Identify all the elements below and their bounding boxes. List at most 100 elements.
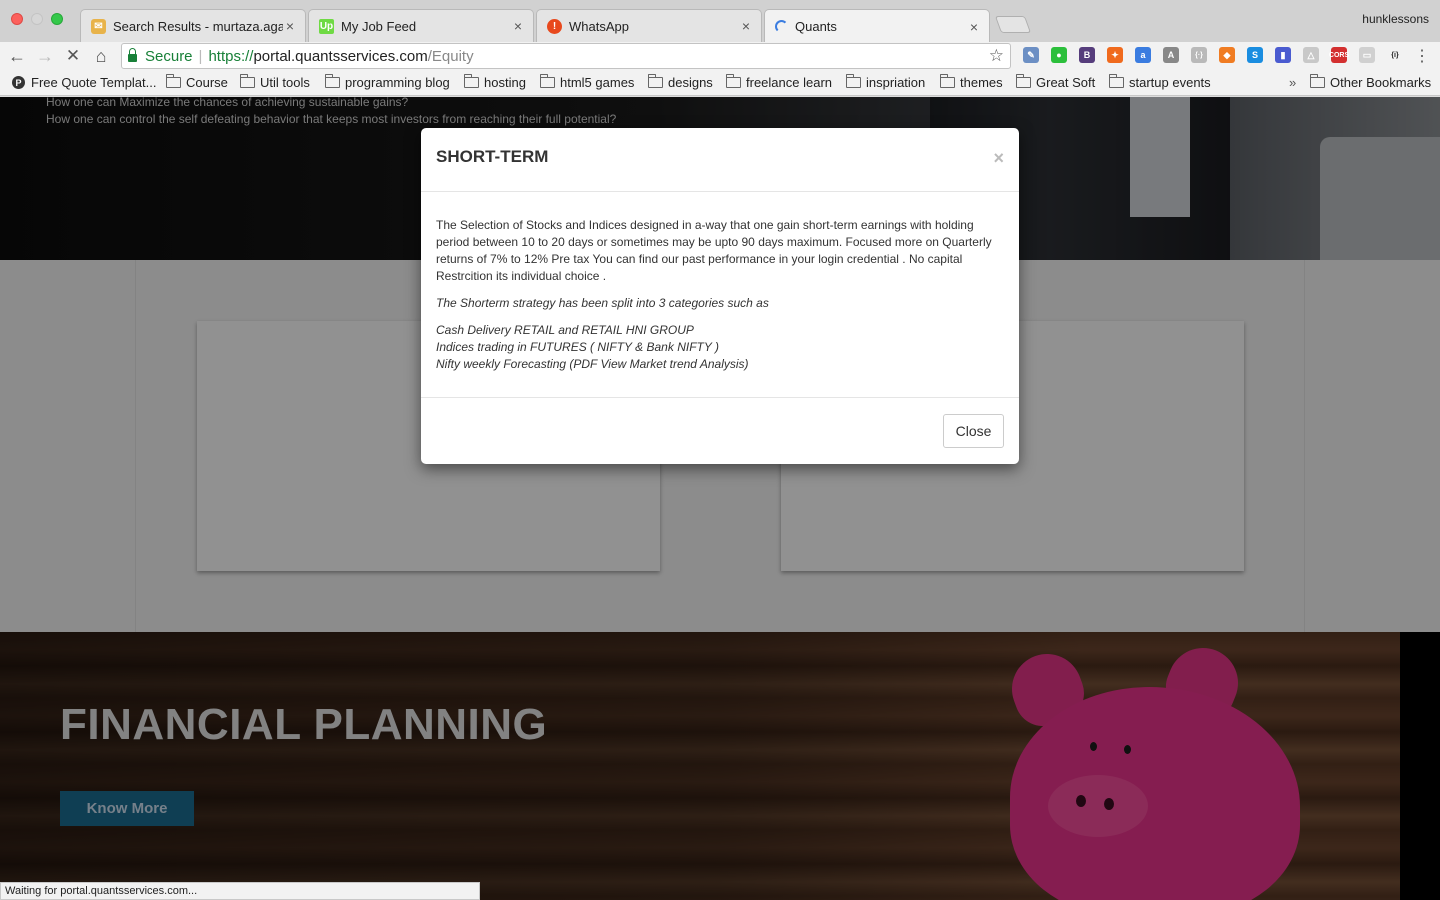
lock-icon — [128, 48, 137, 62]
modal-title: SHORT-TERM — [436, 147, 549, 166]
status-bar: Waiting for portal.quantsservices.com... — [0, 882, 480, 900]
extension-icon-13[interactable]: ▭ — [1359, 47, 1375, 63]
angular-icon[interactable]: A — [1163, 47, 1179, 63]
tab-close-icon[interactable]: × — [283, 18, 297, 34]
bookmark-designs[interactable]: designs — [648, 74, 713, 90]
bookmarks-overflow-button[interactable]: » — [1289, 75, 1296, 90]
new-tab-button[interactable] — [994, 16, 1032, 33]
folder-icon — [940, 74, 955, 88]
json-viewer-icon[interactable]: {i} — [1387, 47, 1403, 63]
extension-icon-8[interactable]: ◆ — [1219, 47, 1235, 63]
folder-icon — [166, 74, 181, 88]
forward-arrow-icon[interactable]: → — [33, 44, 57, 68]
folder-icon — [846, 74, 861, 88]
window-minimize-button[interactable] — [31, 13, 43, 25]
bookmark-inspriation[interactable]: inspriation — [846, 74, 926, 90]
extension-icon-2[interactable]: ● — [1051, 47, 1067, 63]
category-list: Cash Delivery RETAIL and RETAIL HNI GROU… — [436, 322, 1004, 373]
folder-icon — [1016, 74, 1031, 88]
bookmark-startup-events[interactable]: startup events — [1109, 74, 1211, 90]
modal-footer: Close — [421, 398, 1019, 464]
firebug-icon[interactable]: ✦ — [1107, 47, 1123, 63]
close-button[interactable]: Close — [943, 414, 1004, 448]
bookmark-label: themes — [960, 75, 1003, 90]
extension-icon-1[interactable]: ✎ — [1023, 47, 1039, 63]
tab-title: My Job Feed — [341, 18, 417, 34]
tab-title: WhatsApp — [569, 18, 629, 34]
omnibox-separator: | — [198, 47, 203, 65]
pinterest-icon: P — [12, 76, 25, 89]
bookmark-programming-blog[interactable]: programming blog — [325, 74, 450, 90]
bookmark-star-icon[interactable]: ☆ — [989, 46, 1004, 66]
bookmark-label: Course — [186, 75, 228, 90]
bookmark-themes[interactable]: themes — [940, 74, 1003, 90]
json-icon[interactable]: {·} — [1191, 47, 1207, 63]
bookmark-great-soft[interactable]: Great Soft — [1016, 74, 1096, 90]
mail-icon: ✉ — [91, 18, 106, 34]
tab-quants[interactable]: Quants × — [764, 9, 990, 43]
modal-header: SHORT-TERM × — [421, 128, 1019, 192]
bookmark-hosting[interactable]: hosting — [464, 74, 526, 90]
tab-whatsapp[interactable]: ! WhatsApp × — [536, 9, 762, 42]
tab-title: Quants — [795, 19, 837, 34]
folder-icon — [464, 74, 479, 88]
bookmark-html5-games[interactable]: html5 games — [540, 74, 635, 90]
close-icon[interactable]: × — [993, 148, 1004, 169]
folder-icon — [726, 74, 741, 88]
bookmark-free-quote[interactable]: P Free Quote Templat... — [12, 75, 157, 90]
menu-kebab-icon[interactable]: ⋮ — [1410, 44, 1434, 68]
bookmark-label: inspriation — [866, 75, 926, 90]
tab-close-icon[interactable]: × — [511, 18, 525, 34]
bookmark-freelance-learn[interactable]: freelance learn — [726, 74, 832, 90]
other-bookmarks[interactable]: Other Bookmarks — [1310, 74, 1432, 90]
tab-my-job-feed[interactable]: Up My Job Feed × — [308, 9, 534, 42]
bookmark-label: html5 games — [560, 75, 635, 90]
tab-title: Search Results - murtaza.aga — [113, 18, 283, 34]
home-icon[interactable]: ⌂ — [89, 44, 113, 68]
category-item: Cash Delivery RETAIL and RETAIL HNI GROU… — [436, 323, 694, 337]
tab-strip: ✉ Search Results - murtaza.aga × Up My J… — [0, 0, 1440, 43]
bookmark-label: designs — [668, 75, 713, 90]
url-path: /Equity — [427, 47, 474, 65]
loading-spinner-icon — [775, 20, 788, 33]
bookmark-label: startup events — [1129, 75, 1211, 90]
extension-icon-9[interactable]: S — [1247, 47, 1263, 63]
cors-icon[interactable]: CORS — [1329, 47, 1349, 63]
window-zoom-button[interactable] — [51, 13, 63, 25]
profile-name[interactable]: hunklessons — [1362, 12, 1429, 26]
folder-icon — [1109, 74, 1124, 88]
strategy-intro: The Shorterm strategy has been split int… — [436, 296, 769, 310]
window-close-button[interactable] — [11, 13, 23, 25]
category-item: Indices trading in FUTURES ( NIFTY & Ban… — [436, 340, 719, 354]
tab-close-icon[interactable]: × — [967, 19, 981, 35]
address-bar[interactable]: Secure | https://portal.quantsservices.c… — [121, 43, 1011, 69]
stop-loading-icon[interactable]: ✕ — [61, 44, 85, 68]
modal-body: The Selection of Stocks and Indices desi… — [421, 192, 1019, 398]
bookmark-label: freelance learn — [746, 75, 832, 90]
extension-icon-10[interactable]: ▮ — [1275, 47, 1291, 63]
bookmark-label: Util tools — [260, 75, 310, 90]
bookmark-label: Free Quote Templat... — [31, 75, 157, 90]
warning-icon: ! — [547, 18, 562, 34]
bookmark-label: Other Bookmarks — [1330, 75, 1432, 90]
bootstrap-icon[interactable]: B — [1079, 47, 1095, 63]
back-arrow-icon[interactable]: ← — [5, 44, 29, 68]
short-term-modal: SHORT-TERM × The Selection of Stocks and… — [421, 128, 1019, 464]
extension-icon-5[interactable]: a — [1135, 47, 1151, 63]
bookmark-util-tools[interactable]: Util tools — [240, 74, 310, 90]
folder-icon — [1310, 74, 1325, 88]
modal-description: The Selection of Stocks and Indices desi… — [436, 218, 992, 283]
tab-close-icon[interactable]: × — [739, 18, 753, 34]
secure-label: Secure — [145, 47, 193, 65]
bookmark-course[interactable]: Course — [166, 74, 228, 90]
folder-icon — [648, 74, 663, 88]
bookmark-label: programming blog — [345, 75, 450, 90]
category-item: Nifty weekly Forecasting (PDF View Marke… — [436, 357, 749, 371]
bookmark-label: hosting — [484, 75, 526, 90]
bookmark-label: Great Soft — [1036, 75, 1096, 90]
drive-icon[interactable]: △ — [1303, 47, 1319, 63]
browser-toolbar: ← → ✕ ⌂ Secure | https://portal.quantsse… — [0, 42, 1440, 70]
tab-search-results[interactable]: ✉ Search Results - murtaza.aga × — [80, 9, 306, 42]
folder-icon — [325, 74, 340, 88]
folder-icon — [240, 74, 255, 88]
